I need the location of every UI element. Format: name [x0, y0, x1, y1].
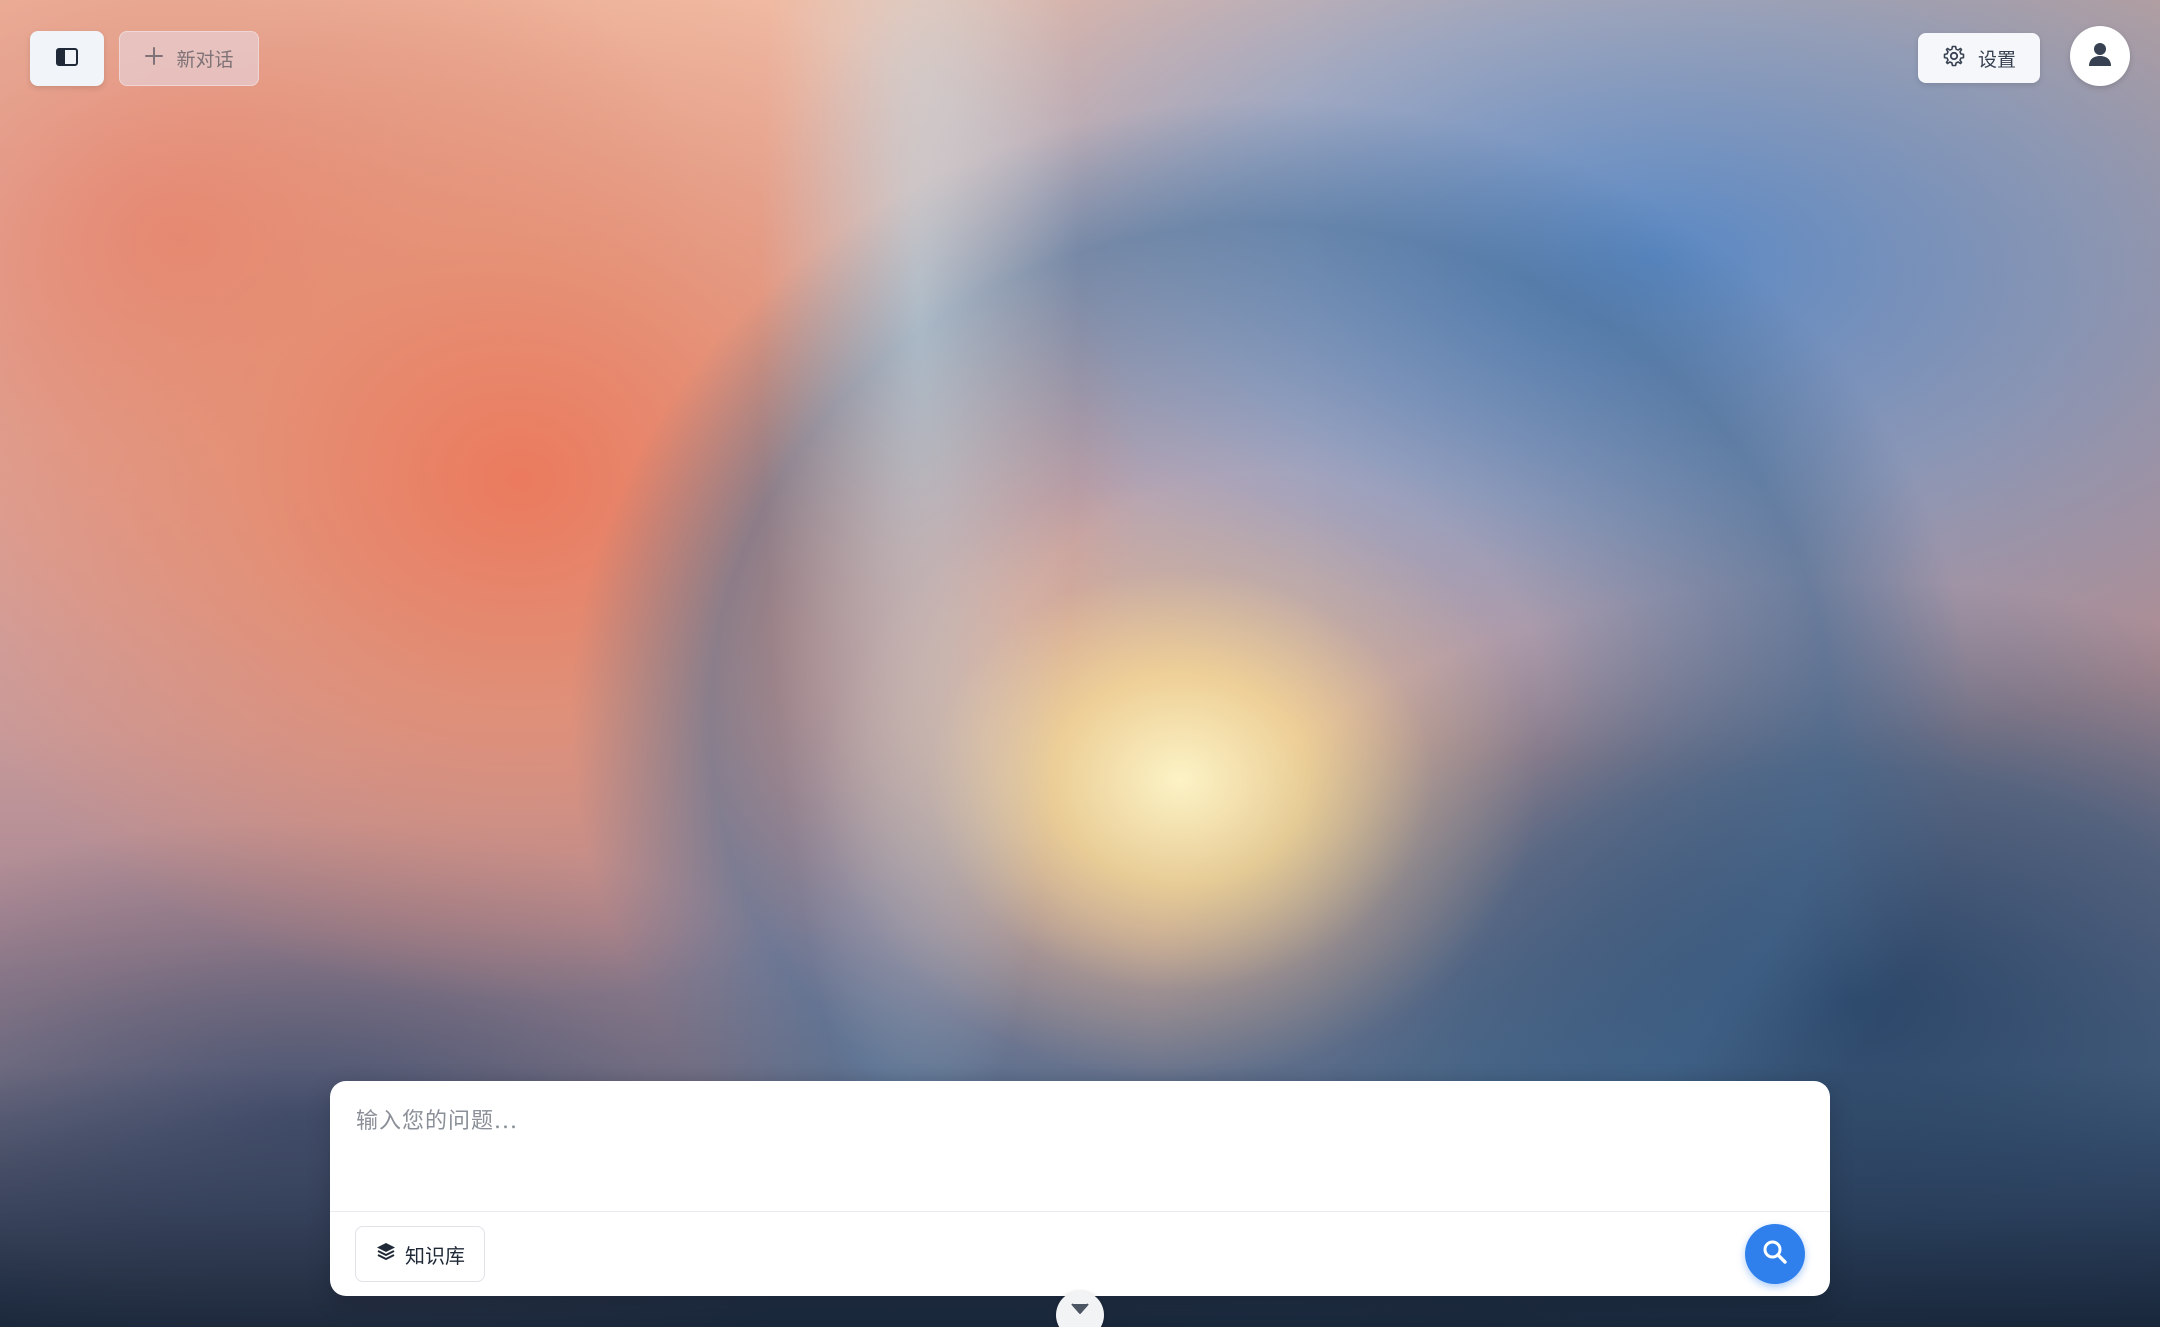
composer-divider [330, 1211, 1830, 1212]
sidebar-panel-icon [56, 47, 78, 70]
search-submit-button[interactable] [1745, 1224, 1805, 1284]
knowledge-base-label: 知识库 [405, 1243, 465, 1268]
scroll-down-button[interactable] [1056, 1291, 1104, 1327]
settings-button[interactable]: 设置 [1918, 33, 2040, 83]
new-chat-button[interactable]: 新对话 [119, 31, 259, 86]
gear-icon [1942, 44, 1966, 73]
user-avatar-button[interactable] [2070, 26, 2130, 86]
knowledge-base-button[interactable]: 知识库 [355, 1226, 485, 1282]
layers-icon [375, 1241, 397, 1268]
search-icon [1760, 1237, 1790, 1271]
question-input[interactable] [354, 1101, 1808, 1201]
background-artwork: 新对话 设置 输入您的问题... 知识库 [0, 0, 2160, 1327]
new-chat-label: 新对话 [176, 49, 234, 71]
chat-composer: 知识库 [330, 1081, 1830, 1296]
chevron-down-icon [1069, 1301, 1091, 1321]
plus-icon [144, 46, 164, 71]
user-icon [2085, 39, 2115, 73]
sidebar-toggle-button[interactable] [30, 31, 104, 86]
settings-label: 设置 [1977, 48, 2016, 71]
